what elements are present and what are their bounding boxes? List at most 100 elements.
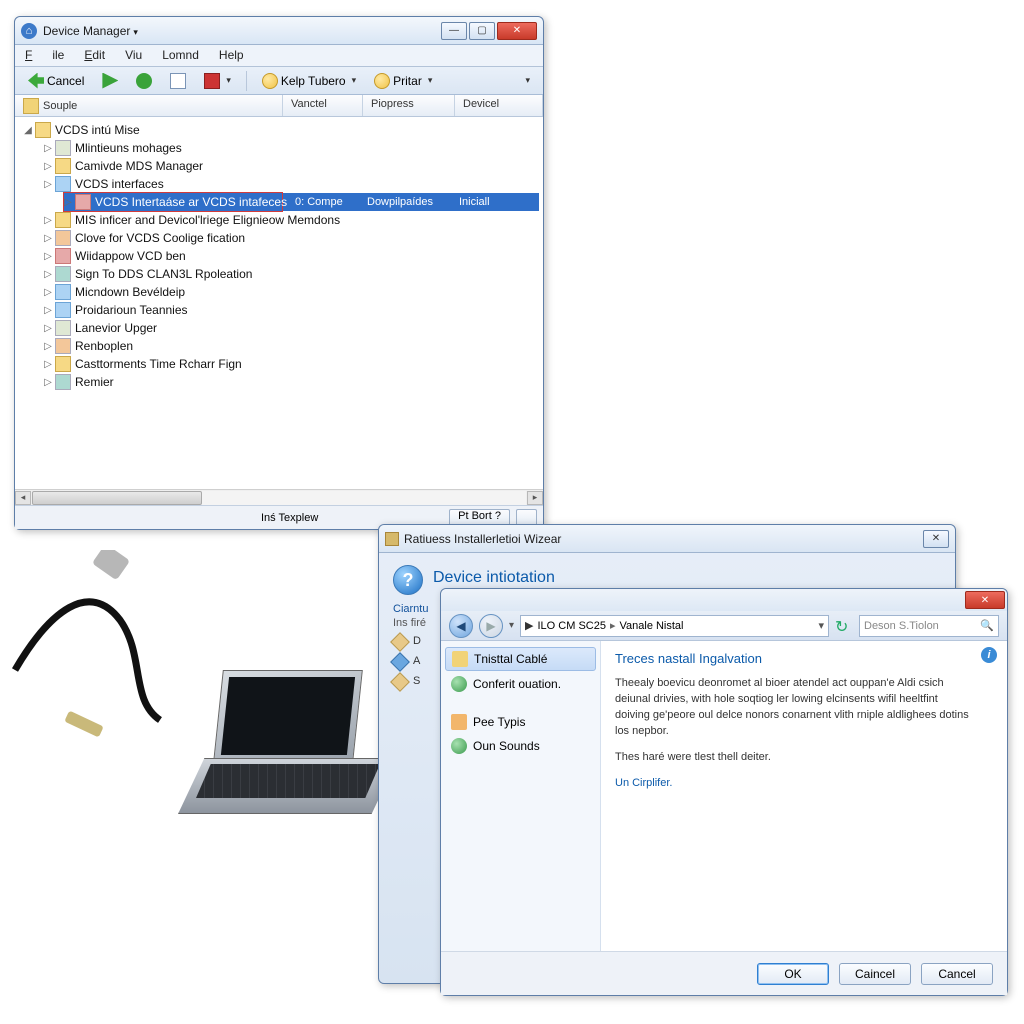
nav-back-button[interactable]: ◀ [449,614,473,638]
tree-node[interactable]: ▷Sign To DDS CLAN3L Rpoleation [15,265,543,283]
crumb-segment[interactable]: Vanale Nistal [620,620,684,632]
search-input[interactable]: Deson S.Tiolon 🔍 [859,615,999,637]
refresh-icon [136,73,152,89]
col-devicel[interactable]: Devicel [455,95,543,116]
explorer-sidebar: Tnisttal Cablé Conferit ouation. Pee Typ… [441,641,601,951]
content-link[interactable]: Un Cirplifer. [615,777,672,789]
refresh-button[interactable]: ↻ [835,617,853,635]
menu-view[interactable]: Viu [115,45,152,66]
ok-button[interactable]: OK [757,963,829,985]
crumb-segment[interactable]: ILO CM SC25 [538,619,616,632]
col-vanctel[interactable]: Vanctel [283,95,363,116]
search-icon: 🔍 [980,619,994,632]
dialog-button-row: OK Caincel Cancel [441,951,1007,995]
folder-icon [23,98,39,114]
tree-root-node[interactable]: ◢VCDS intú Mise [15,121,543,139]
bullet-icon [390,672,410,692]
toolbar-separator [246,71,247,91]
close-button[interactable]: ✕ [923,530,949,548]
doc-button[interactable] [163,70,193,92]
col-souple[interactable]: Souple [15,95,283,116]
tree-node[interactable]: ▷Micndown Bevéldeip [15,283,543,301]
doc-icon [170,73,186,89]
sidebar-item-install-cable[interactable]: Tnisttal Cablé [445,647,596,671]
close-button[interactable]: ✕ [965,591,1005,609]
toolbar-overflow[interactable] [515,70,537,92]
devmgr-icon: ⌂ [21,23,37,39]
scroll-thumb[interactable] [32,491,202,505]
printer-icon [374,73,390,89]
folder-icon [452,651,468,667]
titlebar[interactable]: Ratiuess Installerletioi Wizear ✕ [379,525,955,553]
red-button[interactable] [197,70,238,92]
device-icon [55,140,71,156]
column-headers: Souple Vanctel Piopress Devicel [15,95,543,117]
sidebar-item-pee-typis[interactable]: Pee Typis [445,711,596,733]
titlebar[interactable]: ⌂ Device Manager — ▢ ✕ [15,17,543,45]
device-icon [55,302,71,318]
menu-help[interactable]: Help [209,45,254,66]
sidebar-item-oun-sounds[interactable]: Oun Sounds [445,735,596,757]
titlebar[interactable]: ✕ [441,589,1007,611]
device-icon [55,230,71,246]
nav-history-dropdown[interactable]: ▾ [509,620,514,631]
info-icon[interactable]: i [981,647,997,663]
tree-node[interactable]: ▷Wiidappow VCD ben [15,247,543,265]
minimize-button[interactable]: — [441,22,467,40]
menu-command[interactable]: Lomnd [152,45,209,66]
device-icon [55,284,71,300]
tree-node[interactable]: ▷MIS inficer and Devicol'lriege Elignieo… [15,211,543,229]
tree-node[interactable]: ▷Lanevior Upger [15,319,543,337]
nav-toolbar: ◀ ▶ ▾ ▶ ILO CM SC25 Vanale Nistal ↻ Deso… [441,611,1007,641]
horizontal-scrollbar[interactable]: ◂ ▸ [15,489,543,505]
tree-node[interactable]: ▷Renboplen [15,337,543,355]
explorer-content: i Treces nastall Ingalvation Theealy boe… [601,641,1007,951]
back-button[interactable]: Cancel [21,70,91,92]
back-icon [28,73,44,89]
content-paragraph: Thes haré were tlest thell deiter. [615,750,975,766]
folder-icon [451,714,467,730]
footer-text: Inś Texplew [261,512,318,524]
device-icon [55,338,71,354]
tree-node[interactable]: ▷Proidarioun Teannies [15,301,543,319]
nav-forward-button[interactable]: ▶ [479,614,503,638]
breadcrumb[interactable]: ▶ ILO CM SC25 Vanale Nistal [520,615,829,637]
tree-node[interactable]: ▷Casttorments Time Rcharr Fign [15,355,543,373]
folder-icon [35,122,51,138]
globe-icon [262,73,278,89]
tree-node[interactable]: ▷Camivde MDS Manager [15,157,543,175]
scroll-track[interactable] [32,491,526,505]
menu-bar: File Edit Viu Lomnd Help [15,45,543,67]
bullet-icon [390,632,410,652]
col-piopress[interactable]: Piopress [363,95,455,116]
device-tree[interactable]: ◢VCDS intú Mise ▷Mlintieuns mohages ▷Cam… [15,117,543,489]
globe-icon [451,738,467,754]
tree-node[interactable]: ▷Mlintieuns mohages [15,139,543,157]
play-icon [102,73,118,89]
help-tubero-button[interactable]: Kelp Tubero [255,70,363,92]
close-button[interactable]: ✕ [497,22,537,40]
scroll-left-button[interactable]: ◂ [15,491,31,505]
scroll-right-button[interactable]: ▸ [527,491,543,505]
printer-button[interactable]: Pritar [367,70,439,92]
printer-label: Pritar [393,74,422,88]
cancel-button[interactable]: Caincel [839,963,911,985]
sidebar-item-confeuit[interactable]: Conferit ouation. [445,673,596,695]
toolbar: Cancel Kelp Tubero Pritar [15,67,543,95]
maximize-button[interactable]: ▢ [469,22,495,40]
menu-file[interactable]: File [15,45,74,66]
tree-node[interactable]: ▷VCDS interfaces [15,175,543,193]
device-icon [75,194,91,210]
content-paragraph: Theealy boevicu deonromet al bioer atend… [615,676,975,740]
forward-button[interactable] [95,70,125,92]
device-manager-window: ⌂ Device Manager — ▢ ✕ File Edit Viu Lom… [14,16,544,530]
device-icon [55,266,71,282]
illustration [0,520,420,860]
tree-node[interactable]: ▷Remier [15,373,543,391]
menu-edit[interactable]: Edit [74,45,115,66]
crumb-dropdown[interactable] [814,619,824,632]
refresh-button[interactable] [129,70,159,92]
tree-node-selected[interactable]: ▷VCDS Intertaáse ar VCDS intafeces 0: Co… [15,193,543,211]
cancel-button-2[interactable]: Cancel [921,963,993,985]
tree-node[interactable]: ▷Clove for VCDS Coolige fication [15,229,543,247]
